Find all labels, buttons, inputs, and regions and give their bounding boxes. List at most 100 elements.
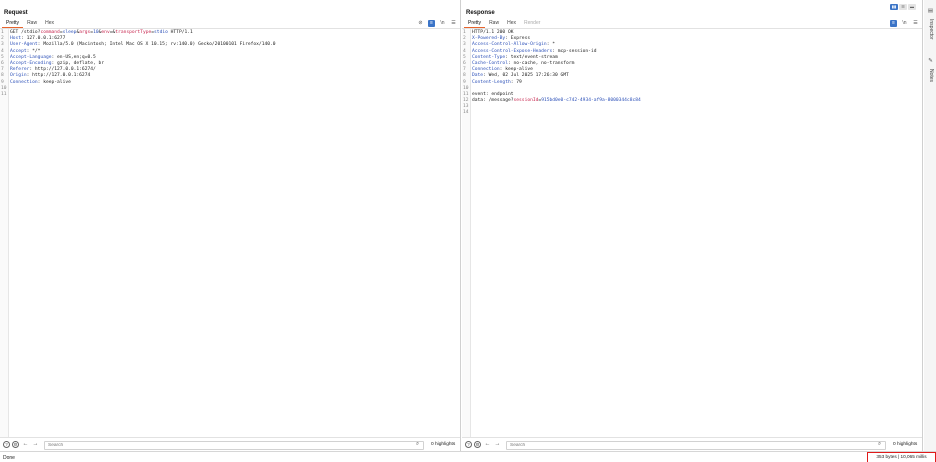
- code-token: : keep-alive: [37, 79, 71, 85]
- code-token: event: endpoint: [472, 91, 514, 97]
- code-token: Access-Control-Expose-Headers: [472, 48, 553, 54]
- code-token: Accept: [10, 48, 27, 54]
- response-editor[interactable]: 1 HTTP/1.1 200 OK 2 X-Powered-By: Express 3 A…: [462, 29, 922, 437]
- back-arrow-icon[interactable]: ←: [22, 441, 29, 448]
- notes-tab[interactable]: Notes: [928, 69, 934, 82]
- response-tab-render[interactable]: Render: [520, 19, 544, 28]
- help-icon[interactable]: ?: [465, 441, 472, 448]
- response-highlights-count: 0 highlights: [893, 442, 918, 447]
- code-token: Access-Control-Allow-Origin: [472, 42, 547, 48]
- response-size-timing: 353 bytes | 10,065 millis: [867, 452, 936, 462]
- notes-icon[interactable]: ✎: [927, 58, 934, 64]
- code-token: HTTP/1.1 200 OK: [472, 30, 514, 35]
- code-token: stdio: [154, 30, 168, 35]
- code-token: transportType: [115, 30, 152, 35]
- code-token: Accept-Language: [10, 54, 52, 60]
- hide-nonprintable-icon[interactable]: ⊘: [417, 20, 424, 27]
- menu-icon[interactable]: ☰: [450, 20, 457, 27]
- newline-icon[interactable]: \n: [901, 20, 908, 27]
- layout-toggle-group: ▮▮ ☰ ▬: [890, 4, 916, 10]
- code-token: sleep: [62, 30, 77, 35]
- wrap-lines-icon[interactable]: ≡: [890, 19, 897, 27]
- code-token: X-Powered-By: [472, 36, 506, 42]
- code-token: : 79: [510, 79, 522, 85]
- search-icon[interactable]: ⌕: [878, 441, 881, 448]
- inspector-icon[interactable]: ▤: [927, 8, 934, 14]
- request-editor[interactable]: 1 GET /stdio?command=sleep&args=10&env=&t…: [0, 29, 460, 437]
- line-number: 14: [463, 110, 469, 116]
- code-token: : http://127.0.0.1:6274/: [29, 67, 96, 73]
- code-token: Host: [10, 36, 22, 42]
- code-token: : *: [546, 42, 555, 48]
- code-token: User-Agent: [10, 42, 38, 48]
- request-pane: Request Pretty Raw Hex ⊘ ≡ \n ☰ 1 GET /st…: [0, 0, 461, 451]
- settings-icon[interactable]: ⚙: [12, 441, 19, 448]
- code-token: : keep-alive: [499, 67, 533, 73]
- line-number: 11: [1, 91, 7, 97]
- back-arrow-icon[interactable]: ←: [484, 441, 491, 448]
- code-token: : mcp-session-id: [552, 48, 597, 54]
- layout-tabs-icon[interactable]: ▬: [908, 4, 916, 10]
- wrap-lines-icon[interactable]: ≡: [428, 19, 435, 27]
- response-lines: 1 HTTP/1.1 200 OK 2 X-Powered-By: Express 3 A…: [462, 30, 922, 117]
- code-token: : no-cache, no-transform: [507, 60, 575, 66]
- response-pane: Response Pretty Raw Hex Render ≡ \n ☰ 1H…: [462, 0, 923, 451]
- code-token: Connection: [472, 67, 500, 73]
- search-icon[interactable]: ⌕: [416, 441, 419, 448]
- response-toolbar: ≡ \n ☰: [890, 19, 919, 27]
- response-line: 14: [462, 110, 922, 116]
- http-message-viewer: Request Pretty Raw Hex ⊘ ≡ \n ☰ 1 GET /st…: [0, 0, 936, 462]
- code-token: Date: [472, 73, 484, 79]
- code-token: Referer: [10, 67, 30, 73]
- code-token: : text/event-stream: [505, 54, 558, 60]
- code-token: : en-US,en;q=0.5: [51, 54, 96, 60]
- code-token: command: [40, 30, 60, 35]
- response-search-bar: ? ⚙ ← → ⌕ 0 highlights: [462, 437, 922, 451]
- request-search-bar: ? ⚙ ← → ⌕ 0 highlights: [0, 437, 460, 451]
- code-token: Content-Length: [472, 79, 511, 85]
- forward-arrow-icon[interactable]: →: [494, 441, 501, 448]
- layout-stacked-icon[interactable]: ☰: [899, 4, 907, 10]
- request-highlights-count: 0 highlights: [431, 442, 456, 447]
- request-toolbar: ⊘ ≡ \n ☰: [417, 19, 457, 27]
- response-tab-raw[interactable]: Raw: [485, 19, 503, 28]
- code-token: Accept-Encoding: [10, 60, 52, 66]
- request-tabs: Pretty Raw Hex: [2, 19, 58, 28]
- code-token: env: [101, 30, 110, 35]
- code-token: : Mozilla/5.0 (Macintosh; Intel Mac OS X…: [37, 42, 276, 48]
- code-token: : Express: [505, 36, 531, 42]
- response-tab-pretty[interactable]: Pretty: [464, 19, 486, 28]
- menu-icon[interactable]: ☰: [912, 20, 919, 27]
- response-tab-hex[interactable]: Hex: [503, 19, 520, 28]
- code-token: Origin: [10, 73, 27, 79]
- status-bar: Done 353 bytes | 10,065 millis: [0, 451, 936, 462]
- inspector-tab[interactable]: Inspector: [928, 19, 934, 40]
- response-title: Response: [466, 10, 495, 16]
- code-token: sessionId: [513, 98, 539, 104]
- request-tab-raw[interactable]: Raw: [23, 19, 41, 28]
- code-token: data: /message?: [472, 98, 514, 104]
- code-token: Connection: [10, 79, 38, 85]
- request-line: 11: [0, 92, 460, 98]
- help-icon[interactable]: ?: [3, 441, 10, 448]
- request-tab-hex[interactable]: Hex: [41, 19, 58, 28]
- layout-side-by-side-icon[interactable]: ▮▮: [890, 4, 898, 10]
- code-token: args: [79, 30, 91, 35]
- settings-icon[interactable]: ⚙: [474, 441, 481, 448]
- response-tabs: Pretty Raw Hex Render: [464, 19, 544, 28]
- code-token: Cache-Control: [472, 60, 508, 66]
- request-title: Request: [4, 10, 28, 16]
- code-token: : 127.0.0.1:6277: [21, 36, 66, 42]
- request-lines: 1 GET /stdio?command=sleep&args=10&env=&t…: [0, 30, 460, 98]
- request-tab-pretty[interactable]: Pretty: [2, 19, 24, 28]
- code-token: : http://127.0.0.1:6274: [26, 73, 91, 79]
- status-text: Done: [3, 455, 15, 461]
- code-token: 915bd0e0-c742-4934-af9a-8000344c8c84: [541, 98, 641, 104]
- request-search-input[interactable]: [44, 440, 424, 450]
- code-token: HTTP/1.1: [167, 30, 193, 35]
- forward-arrow-icon[interactable]: →: [32, 441, 39, 448]
- newline-icon[interactable]: \n: [439, 20, 446, 27]
- code-token: Content-Type: [472, 54, 506, 60]
- code-token: : */*: [26, 48, 41, 54]
- response-search-input[interactable]: [506, 440, 886, 450]
